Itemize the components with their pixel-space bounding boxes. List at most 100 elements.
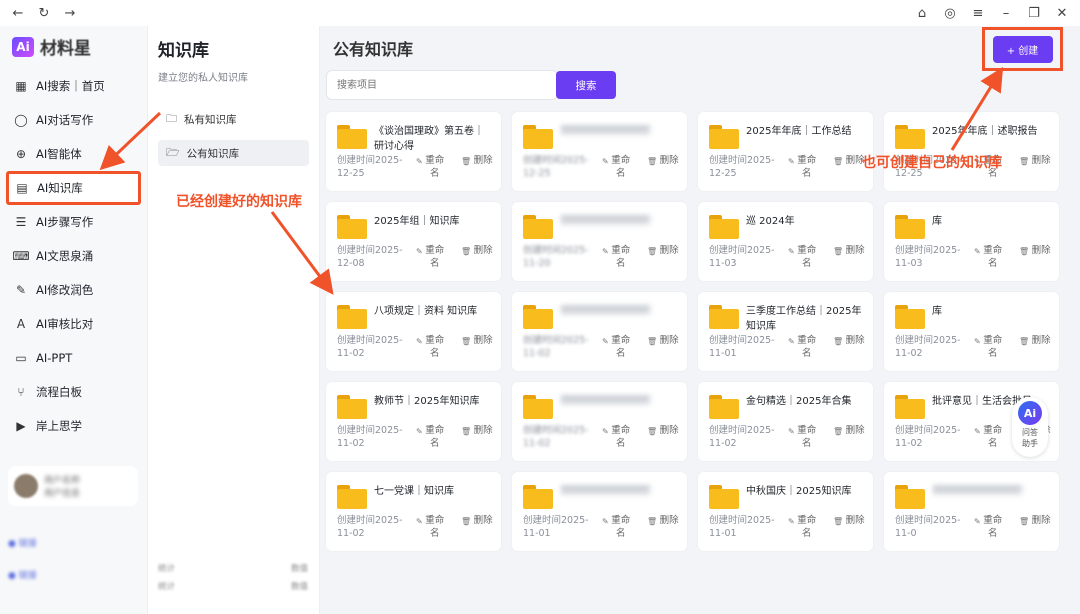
kb-card[interactable]: 创建时间2025-11-0 ✎ 重命名 🗑 删除 xyxy=(884,472,1059,551)
qa-assistant[interactable]: Ai 问答助手 xyxy=(1012,397,1048,457)
delete-button[interactable]: 🗑删除 xyxy=(461,334,493,348)
rename-button[interactable]: ✎ 重命名 xyxy=(602,334,631,360)
delete-button[interactable]: 🗑删除 xyxy=(647,244,679,258)
rename-button[interactable]: ✎ 重命名 xyxy=(416,154,445,180)
rename-button[interactable]: ✎ 重命名 xyxy=(788,244,817,270)
kb-card[interactable]: 教师节｜2025年知识库 创建时间2025-11-02 ✎ 重命名 🗑 删除 xyxy=(326,382,501,461)
kb-card-date: 创建时间2025-11-02 xyxy=(337,515,403,539)
forward-arrow-icon[interactable]: → xyxy=(62,5,78,21)
delete-button[interactable]: 🗑删除 xyxy=(1019,514,1051,528)
kb-card-title xyxy=(560,304,678,319)
rename-button[interactable]: ✎ 重命名 xyxy=(974,424,1003,450)
sidebar-item-5[interactable]: ⌨ AI文思泉涌 xyxy=(0,239,147,273)
footer-link-1[interactable]: ● 链接 xyxy=(8,526,138,558)
home-icon[interactable]: ⌂ xyxy=(914,5,930,21)
kb-card[interactable]: 创建时间2025-11-02 ✎ 重命名 🗑 删除 xyxy=(512,292,687,371)
kb-card[interactable]: 创建时间2025-12-25 ✎ 重命名 🗑 删除 xyxy=(512,112,687,191)
create-highlight: + 创建 xyxy=(982,27,1063,71)
footer-link-2[interactable]: ● 链接 xyxy=(8,558,138,590)
delete-button[interactable]: 🗑删除 xyxy=(461,154,493,168)
tab-private-kb[interactable]: 🗀 私有知识库 xyxy=(158,106,309,132)
user-card[interactable]: 用户名称 用户信息 xyxy=(8,466,138,506)
kb-card[interactable]: 中秋国庆｜2025知识库 创建时间2025-11-01 ✎ 重命名 🗑 删除 xyxy=(698,472,873,551)
kb-card[interactable]: 巡 2024年 创建时间2025-11-03 ✎ 重命名 🗑 删除 xyxy=(698,202,873,281)
delete-button[interactable]: 🗑删除 xyxy=(461,514,493,528)
kb-card[interactable]: 创建时间2025-11-01 ✎ 重命名 🗑 删除 xyxy=(512,472,687,551)
rename-button[interactable]: ✎ 重命名 xyxy=(416,424,445,450)
app-logo[interactable]: Ai 材料星 xyxy=(0,26,147,69)
kb-card[interactable]: 创建时间2025-11-02 ✎ 重命名 🗑 删除 xyxy=(512,382,687,461)
kb-card[interactable]: 2025年年底｜工作总结 创建时间2025-12-25 ✎ 重命名 🗑 删除 xyxy=(698,112,873,191)
kb-card[interactable]: 库创建时间2025-11-02 ✎ 重命名 🗑 删除 xyxy=(884,292,1059,371)
delete-button[interactable]: 🗑删除 xyxy=(833,334,865,348)
sidebar-item-0[interactable]: ▦ AI搜索｜首页 xyxy=(0,69,147,103)
sidebar-item-7[interactable]: A AI审核比对 xyxy=(0,307,147,341)
delete-label: 删除 xyxy=(1031,335,1051,346)
sidebar-item-3[interactable]: ▤ AI知识库 xyxy=(6,171,141,205)
sidebar-item-1[interactable]: ◯ AI对话写作 xyxy=(0,103,147,137)
rename-button[interactable]: ✎ 重命名 xyxy=(602,244,631,270)
rename-button[interactable]: ✎ 重命名 xyxy=(788,154,817,180)
kb-card[interactable]: 金句精选｜2025年合集 创建时间2025-11-02 ✎ 重命名 🗑 删除 xyxy=(698,382,873,461)
trash-icon: 🗑 xyxy=(461,157,472,166)
minimize-icon[interactable]: – xyxy=(998,5,1014,21)
sidebar-item-2[interactable]: ⊕ AI智能体 xyxy=(0,137,147,171)
kb-card[interactable]: 八项规定｜资料 知识库 创建时间2025-11-02 ✎ 重命名 🗑 删除 xyxy=(326,292,501,371)
edit-icon: ✎ xyxy=(602,247,609,256)
close-icon[interactable]: ✕ xyxy=(1054,5,1070,21)
delete-button[interactable]: 🗑删除 xyxy=(461,424,493,438)
kb-card[interactable]: 三季度工作总结｜2025年知识库 创建时间2025-11-01 ✎ 重命名 🗑 删除 xyxy=(698,292,873,371)
kb-card[interactable]: 《谈治国理政》第五卷｜研讨心得 创建时间2025-12-25 ✎ 重命名 🗑 删除 xyxy=(326,112,501,191)
rename-button[interactable]: ✎ 重命名 xyxy=(788,514,817,540)
rename-label: 重命名 xyxy=(425,335,445,359)
edit-icon: ✎ xyxy=(602,157,609,166)
rename-label: 重命名 xyxy=(797,425,817,449)
pin-icon[interactable]: ◎ xyxy=(942,5,958,21)
delete-button[interactable]: 🗑删除 xyxy=(833,424,865,438)
rename-button[interactable]: ✎ 重命名 xyxy=(974,244,1003,270)
rename-button[interactable]: ✎ 重命名 xyxy=(788,334,817,360)
delete-button[interactable]: 🗑删除 xyxy=(647,334,679,348)
delete-button[interactable]: 🗑删除 xyxy=(1019,244,1051,258)
kb-card[interactable]: 创建时间2025-11-20 ✎ 重命名 🗑 删除 xyxy=(512,202,687,281)
delete-button[interactable]: 🗑删除 xyxy=(1019,334,1051,348)
rename-button[interactable]: ✎ 重命名 xyxy=(602,424,631,450)
kb-card-date: 创建时间2025-11-03 xyxy=(709,245,775,269)
tab-public-kb[interactable]: 🗁 公有知识库 xyxy=(158,140,309,166)
search-input[interactable] xyxy=(326,70,558,100)
kb-card[interactable]: 2025年组｜知识库 创建时间2025-12-08 ✎ 重命名 🗑 删除 xyxy=(326,202,501,281)
delete-button[interactable]: 🗑删除 xyxy=(833,244,865,258)
create-button[interactable]: + 创建 xyxy=(992,35,1053,63)
rename-button[interactable]: ✎ 重命名 xyxy=(416,334,445,360)
rename-button[interactable]: ✎ 重命名 xyxy=(974,334,1003,360)
rename-button[interactable]: ✎ 重命名 xyxy=(416,514,445,540)
delete-button[interactable]: 🗑删除 xyxy=(647,514,679,528)
delete-button[interactable]: 🗑删除 xyxy=(833,514,865,528)
sidebar-item-4[interactable]: ☰ AI步骤写作 xyxy=(0,205,147,239)
restore-icon[interactable]: ❐ xyxy=(1026,5,1042,21)
sidebar-item-6[interactable]: ✎ AI修改润色 xyxy=(0,273,147,307)
kb-card[interactable]: 库创建时间2025-11-03 ✎ 重命名 🗑 删除 xyxy=(884,202,1059,281)
rename-button[interactable]: ✎ 重命名 xyxy=(788,424,817,450)
folder-icon xyxy=(337,125,367,149)
kb-stat-row: 统计 数值 xyxy=(158,582,308,592)
rename-button[interactable]: ✎ 重命名 xyxy=(974,514,1003,540)
rename-label: 重命名 xyxy=(611,515,631,539)
sidebar-item-9[interactable]: ⑂ 流程白板 xyxy=(0,375,147,409)
rename-button[interactable]: ✎ 重命名 xyxy=(416,244,445,270)
menu-icon[interactable]: ≡ xyxy=(970,5,986,21)
back-arrow-icon[interactable]: ← xyxy=(10,5,26,21)
delete-button[interactable]: 🗑删除 xyxy=(647,424,679,438)
rename-button[interactable]: ✎ 重命名 xyxy=(602,514,631,540)
sidebar-item-10[interactable]: ▶ 岸上思学 xyxy=(0,409,147,443)
delete-button[interactable]: 🗑删除 xyxy=(461,244,493,258)
delete-button[interactable]: 🗑删除 xyxy=(647,154,679,168)
refresh-icon[interactable]: ↻ xyxy=(36,5,52,21)
rename-button[interactable]: ✎ 重命名 xyxy=(602,154,631,180)
sidebar-item-8[interactable]: ▭ AI-PPT xyxy=(0,341,147,375)
delete-label: 删除 xyxy=(659,335,679,346)
delete-button[interactable]: 🗑删除 xyxy=(833,154,865,168)
kb-card[interactable]: 七一党课｜知识库 创建时间2025-11-02 ✎ 重命名 🗑 删除 xyxy=(326,472,501,551)
search-button[interactable]: 搜索 xyxy=(556,71,616,99)
delete-button[interactable]: 🗑删除 xyxy=(1019,154,1051,168)
